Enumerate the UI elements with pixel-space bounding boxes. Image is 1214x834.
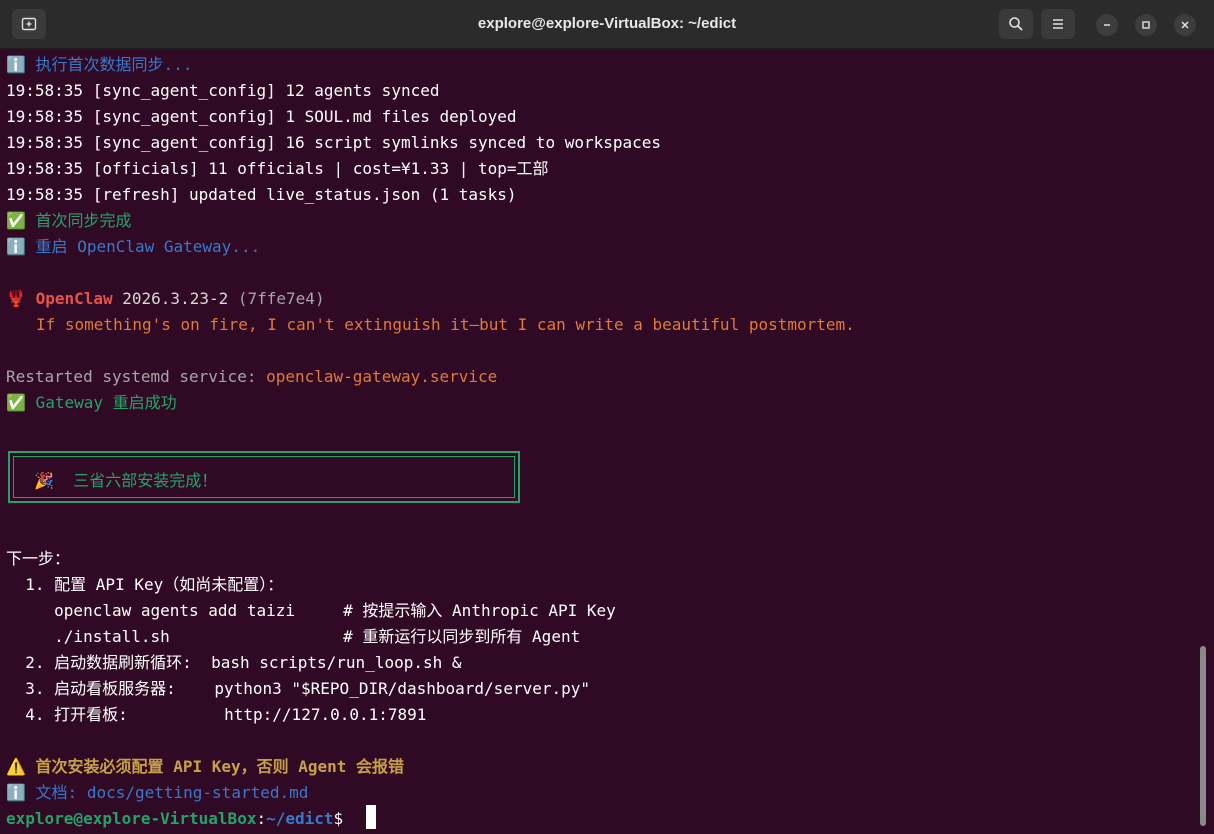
close-icon [1181, 21, 1189, 29]
prompt-user: explore@explore-VirtualBox [6, 809, 257, 828]
log-line: 19:58:35 [sync_agent_config] 16 script s… [6, 133, 662, 152]
openclaw-tagline: If something's on fire, I can't extingui… [36, 315, 855, 334]
close-button[interactable] [1174, 14, 1196, 36]
restarted-service: openclaw-gateway.service [266, 367, 498, 386]
prompt-separator: : [256, 809, 267, 828]
step-3: 3. 启动看板服务器: python3 "$REPO_DIR/dashboard… [6, 679, 591, 698]
warning-line: ⚠️ 首次安装必须配置 API Key，否则 Agent 会报错 [6, 757, 405, 776]
log-line: 19:58:35 [officials] 11 officials | cost… [6, 159, 549, 178]
docs-line: ℹ️ 文档: docs/getting-started.md [6, 783, 309, 802]
step-1: 1. 配置 API Key（如尚未配置）： [6, 575, 284, 594]
prompt-path: ~/edict [266, 809, 334, 828]
next-steps-heading: 下一步： [6, 549, 71, 568]
sync-done-line: ✅ 首次同步完成 [6, 211, 132, 230]
minimize-icon [1104, 24, 1110, 26]
log-line: 19:58:35 [sync_agent_config] 12 agents s… [6, 81, 440, 100]
prompt-symbol: $ [333, 809, 344, 828]
maximize-button[interactable] [1135, 14, 1157, 36]
step-1b: ./install.sh # 重新运行以同步到所有 Agent [6, 627, 581, 646]
restart-gateway-line: ℹ️ 重启 OpenClaw Gateway... [6, 237, 261, 256]
text-cursor [366, 805, 376, 829]
menu-button[interactable] [1041, 9, 1075, 39]
lobster-icon: 🦞 [6, 289, 26, 308]
scrollbar[interactable] [1200, 646, 1206, 826]
restarted-label: Restarted systemd service: [6, 367, 267, 386]
gateway-ok-line: ✅ Gateway 重启成功 [6, 393, 177, 412]
openclaw-name: OpenClaw [35, 289, 113, 308]
openclaw-hash: (7ffe7e4) [237, 289, 325, 308]
openclaw-version: 2026.3.23-2 [122, 289, 229, 308]
search-icon [1009, 17, 1023, 31]
step-4: 4. 打开看板: http://127.0.0.1:7891 [6, 705, 427, 724]
log-line: 19:58:35 [refresh] updated live_status.j… [6, 185, 517, 204]
restarted-line: Restarted systemd service: openclaw-gate… [6, 364, 497, 390]
log-line: 19:58:35 [sync_agent_config] 1 SOUL.md f… [6, 107, 517, 126]
minimize-button[interactable] [1096, 14, 1118, 36]
hamburger-menu-icon [1053, 19, 1063, 29]
search-button[interactable] [999, 9, 1033, 39]
shell-prompt[interactable]: explore@explore-VirtualBox:~/edict$ [6, 806, 343, 832]
sync-start-line: ℹ️ 执行首次数据同步... [6, 55, 193, 74]
install-complete-text: 🎉 三省六部安装完成！ [34, 471, 218, 490]
openclaw-banner: 🦞 OpenClaw 2026.3.23-2 (7ffe7e4) [6, 286, 325, 312]
title-bar: explore@explore-VirtualBox: ~/edict [0, 0, 1214, 49]
step-2: 2. 启动数据刷新循环: bash scripts/run_loop.sh & [6, 653, 462, 672]
terminal-window: explore@explore-VirtualBox: ~/edict ℹ️ 执… [0, 0, 1214, 834]
maximize-icon [1142, 21, 1150, 29]
step-1a: openclaw agents add taizi # 按提示输入 Anthro… [6, 601, 616, 620]
